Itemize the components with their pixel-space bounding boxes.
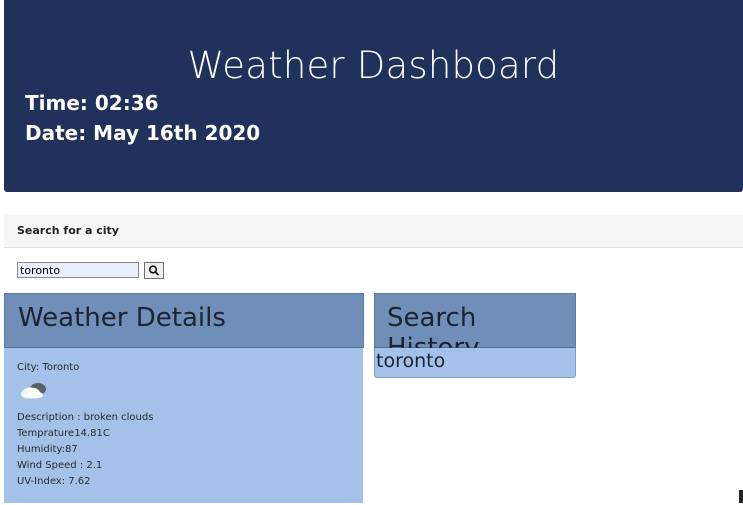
search-button[interactable] bbox=[144, 262, 164, 279]
history-item[interactable]: toronto bbox=[376, 350, 445, 372]
current-date: Date: May 16th 2020 bbox=[25, 121, 261, 145]
header-banner: Weather Dashboard Time: 02:36 Date: May … bbox=[4, 0, 743, 192]
uv-index: UV-Index: 7.62 bbox=[17, 476, 91, 487]
search-card-header: Search for a city bbox=[4, 215, 743, 248]
search-heading: Search for a city bbox=[17, 224, 119, 237]
city-name: City: Toronto bbox=[17, 362, 80, 373]
scrollbar-edge bbox=[739, 490, 743, 503]
weather-details-panel: City: Toronto Description : broken cloud… bbox=[4, 348, 363, 503]
city-search-input[interactable] bbox=[17, 262, 139, 278]
search-history-header: Search History bbox=[374, 293, 576, 363]
weather-description: Description : broken clouds bbox=[17, 412, 154, 423]
page-title: Weather Dashboard bbox=[187, 44, 560, 87]
search-icon bbox=[148, 265, 159, 276]
current-time: Time: 02:36 bbox=[25, 91, 159, 115]
search-history-panel: toronto bbox=[374, 348, 576, 378]
wind-speed: Wind Speed : 2.1 bbox=[17, 460, 103, 471]
weather-details-header: Weather Details bbox=[4, 293, 364, 348]
weather-details-title: Weather Details bbox=[18, 303, 226, 333]
temperature: Temprature14.81C bbox=[17, 428, 110, 439]
broken-clouds-icon bbox=[21, 383, 46, 399]
humidity: Humidity:87 bbox=[17, 444, 78, 455]
